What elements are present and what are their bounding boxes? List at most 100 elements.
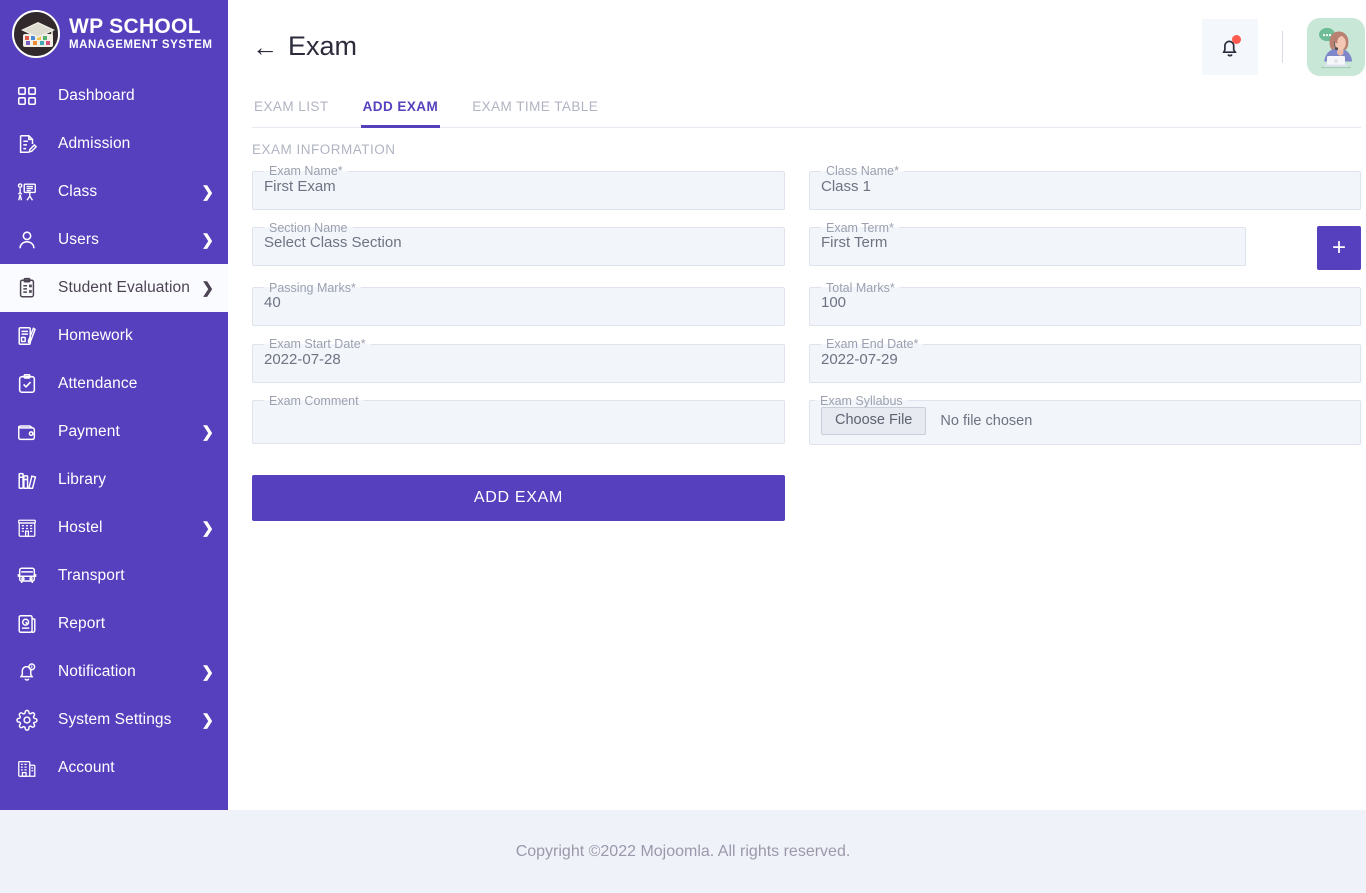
exam-name-input[interactable]: First Exam (253, 178, 784, 209)
sidebar-item-dashboard[interactable]: Dashboard (0, 72, 228, 120)
sidebar-nav: Dashboard Admission Class ❯ Users ❯ Stud… (0, 72, 228, 792)
exam-name-fieldset[interactable]: Exam Name* First Exam (252, 165, 785, 210)
sidebar-item-users[interactable]: Users ❯ (0, 216, 228, 264)
sidebar-item-student-evaluation[interactable]: Student Evaluation ❯ (0, 264, 228, 312)
sidebar-item-label: Account (58, 759, 115, 776)
section-name-fieldset[interactable]: Section Name Select Class Section (252, 220, 785, 266)
svg-text:●●●: ●●● (1322, 32, 1331, 38)
choose-file-button[interactable]: Choose File (821, 407, 927, 435)
user-icon (14, 227, 40, 253)
sidebar-item-report[interactable]: Report (0, 600, 228, 648)
notification-badge (1232, 34, 1241, 44)
bus-icon (14, 563, 40, 589)
total-marks-label: Total Marks* (826, 280, 895, 295)
exam-form: Exam Name* First Exam Class Name* Class … (228, 165, 1366, 521)
books-icon (14, 467, 40, 493)
clipboard-check-icon (14, 275, 40, 301)
passing-marks-fieldset[interactable]: Passing Marks* 40 (252, 280, 785, 326)
sidebar-item-label: Library (58, 471, 107, 488)
sidebar-item-notification[interactable]: Notification ❯ (0, 648, 228, 696)
file-input-row: Choose File No file chosen (810, 407, 1360, 444)
brand-subtitle: MANAGEMENT SYSTEM (69, 39, 213, 52)
back-arrow-icon[interactable]: ← (252, 34, 278, 60)
topbar: ← Exam ●●● (228, 0, 1366, 93)
exam-comment-fieldset[interactable]: Exam Comment (252, 393, 785, 444)
sidebar-item-label: Admission (58, 135, 131, 152)
building-icon (14, 515, 40, 541)
section-name-select[interactable]: Select Class Section (253, 234, 784, 265)
exam-start-date-label: Exam Start Date* (269, 337, 366, 351)
bell-icon (14, 659, 40, 685)
homework-icon (14, 323, 40, 349)
avatar[interactable]: ●●● (1307, 17, 1365, 76)
chevron-right-icon: ❯ (201, 183, 214, 201)
sidebar-item-label: Users (58, 231, 99, 248)
document-pen-icon (14, 131, 40, 157)
exam-start-date-fieldset[interactable]: Exam Start Date* 2022-07-28 (252, 338, 785, 383)
total-marks-input[interactable]: 100 (810, 294, 1360, 325)
field-section-name: Section Name Select Class Section (252, 220, 785, 270)
sidebar-item-label: Notification (58, 663, 136, 680)
tab-add-exam[interactable]: ADD EXAM (360, 93, 441, 128)
field-exam-name: Exam Name* First Exam (252, 165, 785, 210)
exam-end-date-label: Exam End Date* (826, 337, 919, 351)
grid-icon (14, 83, 40, 109)
sidebar-item-library[interactable]: Library (0, 456, 228, 504)
brand-text: WP SCHOOL MANAGEMENT SYSTEM (69, 16, 213, 52)
sidebar-item-payment[interactable]: Payment ❯ (0, 408, 228, 456)
tab-exam-list[interactable]: EXAM LIST (252, 93, 331, 128)
field-total-marks: Total Marks* 100 (809, 280, 1361, 326)
exam-comment-textarea[interactable] (253, 407, 784, 429)
chevron-right-icon: ❯ (201, 711, 214, 729)
tab-exam-time-table[interactable]: EXAM TIME TABLE (470, 93, 600, 128)
field-class-name: Class Name* Class 1 (809, 165, 1361, 210)
sidebar-item-transport[interactable]: Transport (0, 552, 228, 600)
page-title-text: Exam (288, 31, 358, 61)
sidebar-item-system-settings[interactable]: System Settings ❯ (0, 696, 228, 744)
sidebar-item-admission[interactable]: Admission (0, 120, 228, 168)
report-icon (14, 611, 40, 637)
exam-end-date-fieldset[interactable]: Exam End Date* 2022-07-29 (809, 338, 1361, 383)
sidebar-item-label: Dashboard (58, 87, 135, 104)
sidebar-item-label: System Settings (58, 711, 172, 728)
chevron-right-icon: ❯ (201, 423, 214, 441)
add-exam-submit-button[interactable]: ADD EXAM (252, 474, 785, 521)
exam-syllabus-fieldset: Exam Syllabus Choose File No file chosen (809, 394, 1361, 445)
sidebar-item-attendance[interactable]: Attendance (0, 360, 228, 408)
brand-logo-block[interactable]: WP SCHOOL MANAGEMENT SYSTEM (0, 0, 228, 68)
field-exam-start-date: Exam Start Date* 2022-07-28 (252, 338, 785, 383)
class-name-fieldset[interactable]: Class Name* Class 1 (809, 165, 1361, 210)
sidebar-item-homework[interactable]: Homework (0, 312, 228, 360)
exam-end-date-input[interactable]: 2022-07-29 (810, 351, 1360, 382)
exam-comment-label: Exam Comment (269, 393, 359, 408)
section-name-label: Section Name (269, 220, 348, 235)
exam-term-select[interactable]: First Term (810, 234, 1245, 265)
sidebar-item-label: Student Evaluation (58, 279, 190, 296)
field-exam-syllabus: Exam Syllabus Choose File No file chosen (809, 394, 1361, 445)
total-marks-fieldset[interactable]: Total Marks* 100 (809, 280, 1361, 326)
chevron-right-icon: ❯ (201, 231, 214, 249)
notification-button[interactable] (1202, 18, 1258, 75)
add-exam-term-button[interactable]: + (1317, 225, 1361, 270)
sidebar-item-label: Class (58, 183, 98, 200)
sidebar-item-label: Report (58, 615, 106, 632)
passing-marks-label: Passing Marks* (269, 280, 356, 295)
field-exam-comment: Exam Comment (252, 393, 785, 445)
support-agent-avatar-icon: ●●● (1307, 17, 1365, 76)
exam-start-date-input[interactable]: 2022-07-28 (253, 351, 784, 382)
chevron-right-icon: ❯ (201, 279, 214, 297)
chevron-right-icon: ❯ (201, 519, 214, 537)
sidebar-item-label: Attendance (58, 375, 138, 392)
sidebar-item-hostel[interactable]: Hostel ❯ (0, 504, 228, 552)
sidebar-item-label: Homework (58, 327, 133, 344)
exam-name-label: Exam Name* (269, 164, 343, 178)
graduation-cap-logo-icon (12, 10, 60, 58)
sidebar-item-class[interactable]: Class ❯ (0, 168, 228, 216)
sidebar-item-account[interactable]: Account (0, 744, 228, 792)
topbar-actions: ●●● (1202, 17, 1365, 76)
passing-marks-input[interactable]: 40 (253, 294, 784, 325)
exam-term-fieldset[interactable]: Exam Term* First Term (809, 221, 1246, 266)
class-name-select[interactable]: Class 1 (810, 178, 1360, 209)
form-grid: Exam Name* First Exam Class Name* Class … (252, 165, 1361, 457)
field-exam-end-date: Exam End Date* 2022-07-29 (809, 338, 1361, 383)
